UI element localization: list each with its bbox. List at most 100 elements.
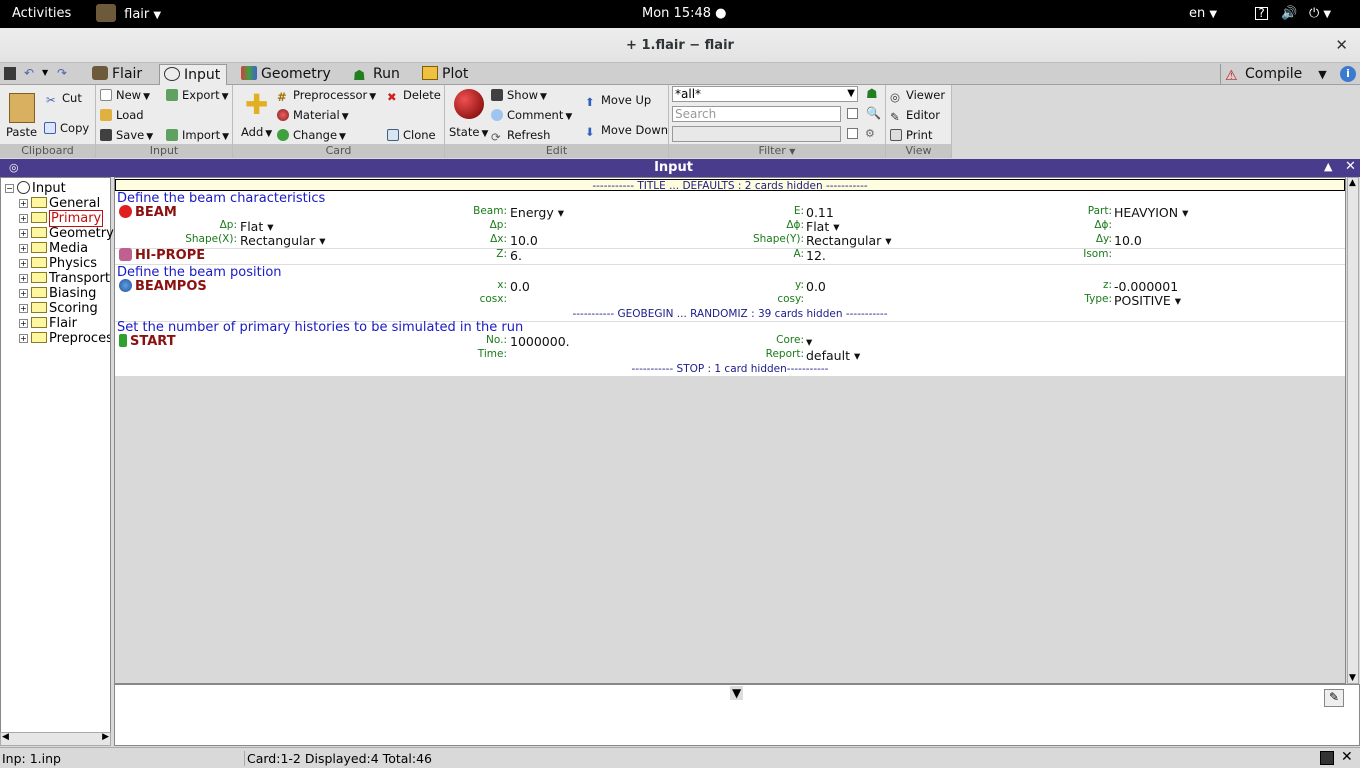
start-card-name[interactable]: START [119, 334, 176, 349]
refresh-button[interactable]: ⟳ Refresh [491, 128, 550, 144]
move-down-button[interactable]: ⬇ Move Down [585, 123, 668, 139]
change-button[interactable]: Change ▼ [277, 128, 346, 142]
hiprope-card-name[interactable]: HI-PROPE [119, 248, 205, 263]
expand-icon[interactable]: + [19, 334, 28, 343]
tree-horizontal-scrollbar[interactable]: ◀ ▶ [0, 732, 111, 746]
tools-icon[interactable]: ✕ [1341, 749, 1353, 765]
tree-item-preprocessor[interactable]: +Preprocessor [19, 331, 110, 346]
terminal-icon[interactable] [1320, 751, 1334, 765]
app-menu[interactable]: flair ▼ [96, 4, 161, 22]
a-value[interactable]: 12. [806, 248, 826, 263]
tab-plot[interactable]: Plot [418, 64, 474, 85]
tree-item-scoring[interactable]: + Scoring [19, 301, 98, 316]
edit-note-icon[interactable]: ✎ [1324, 689, 1344, 707]
filter-input[interactable] [672, 126, 841, 142]
close-window-icon[interactable]: ✕ [1335, 36, 1348, 54]
beam-card-name[interactable]: BEAM [119, 205, 177, 220]
tree-root-input[interactable]: − Input [5, 181, 66, 196]
splitter-toggle-icon[interactable]: ▼ [730, 686, 744, 700]
hidden-cards-geobegin-randomiz[interactable]: ----------- GEOBEGIN ... RANDOMIZ : 39 c… [115, 308, 1345, 320]
hidden-cards-stop[interactable]: ----------- STOP : 1 card hidden--------… [115, 363, 1345, 375]
scroll-right-icon[interactable]: ▶ [102, 732, 109, 742]
search-icon[interactable]: 🔍 [866, 106, 881, 120]
redo-icon[interactable]: ↷ [57, 66, 67, 80]
filter-checkbox[interactable] [847, 128, 858, 139]
z-value[interactable]: 6. [510, 248, 522, 263]
tab-geometry[interactable]: Geometry [237, 64, 337, 85]
delete-button[interactable]: ✖ Delete [387, 88, 441, 104]
tab-flair[interactable]: Flair [88, 64, 148, 85]
expand-icon[interactable]: + [19, 319, 28, 328]
expand-icon[interactable]: + [19, 259, 28, 268]
shape-x-select[interactable]: Rectangular ▾ [240, 233, 326, 248]
expand-icon[interactable]: + [19, 214, 28, 223]
info-icon[interactable]: i [1340, 66, 1356, 82]
clock[interactable]: Mon 15:48 ● [642, 6, 727, 21]
filter-select[interactable]: *all* ▼ [672, 86, 858, 102]
expand-icon[interactable]: + [19, 289, 28, 298]
tree-item-physics[interactable]: + Physics [19, 256, 97, 271]
energy-value[interactable]: 0.11 [806, 205, 834, 220]
cut-button[interactable]: ✂ Cut [46, 91, 82, 107]
tab-input[interactable]: Input [159, 64, 228, 85]
expand-icon[interactable]: + [19, 229, 28, 238]
beampos-comment[interactable]: Define the beam position [117, 265, 282, 280]
expand-icon[interactable]: + [19, 199, 28, 208]
beampos-card-name[interactable]: BEAMPOS [119, 279, 207, 294]
x-value[interactable]: 0.0 [510, 279, 530, 294]
copy-button[interactable]: Copy [44, 121, 89, 135]
show-button[interactable]: Show ▼ [491, 88, 547, 102]
preprocessor-button[interactable]: # Preprocessor ▼ [277, 88, 376, 104]
close-panel-icon[interactable]: ✕ [1345, 159, 1356, 174]
dy-value[interactable]: 10.0 [1114, 233, 1142, 248]
clone-button[interactable]: Clone [387, 128, 436, 142]
search-input[interactable]: Search [672, 106, 841, 122]
hidden-cards-title-defaults[interactable]: ----------- TITLE ... DEFAULTS : 2 cards… [115, 179, 1345, 192]
y-value[interactable]: 0.0 [806, 279, 826, 294]
add-button[interactable]: ✚ Add ▼ [241, 91, 272, 140]
filter-options-icon[interactable]: ⚙ [865, 127, 875, 140]
activities-button[interactable]: Activities [12, 6, 71, 21]
run-filter-icon[interactable]: ☗ [866, 87, 878, 102]
search-checkbox[interactable] [847, 108, 858, 119]
no-value[interactable]: 1000000. [510, 334, 570, 349]
viewer-button[interactable]: ◎ Viewer [890, 88, 945, 104]
undo-icon[interactable]: ↶ [24, 66, 34, 80]
scroll-down-icon[interactable]: ▼ [1349, 673, 1356, 683]
tree-item-primary[interactable]: + Primary [19, 210, 104, 227]
export-button[interactable]: Export ▼ [166, 88, 229, 102]
paste-button[interactable]: Paste [6, 93, 37, 139]
maximize-icon[interactable]: ▲ [1324, 160, 1332, 173]
volume-icon[interactable]: 🔊 [1281, 6, 1297, 21]
tree-item-general[interactable]: + General [19, 196, 100, 211]
save-button[interactable]: Save ▼ [100, 128, 153, 142]
undo-history-icon[interactable]: ▼ [42, 68, 48, 77]
power-icon[interactable]: ⏻ ▼ [1309, 6, 1331, 21]
card-notes-area[interactable]: ▼ ✎ [114, 684, 1360, 746]
report-select[interactable]: default ▾ [806, 348, 860, 363]
editor-vertical-scrollbar[interactable]: ▲ ▼ [1347, 177, 1359, 684]
collapse-icon[interactable]: − [5, 184, 14, 193]
compile-button[interactable]: ⚠ Compile ▼ [1220, 64, 1333, 85]
tree-item-media[interactable]: + Media [19, 241, 88, 256]
filter-group-label[interactable]: Filter ▼ [669, 144, 885, 158]
import-button[interactable]: Import ▼ [166, 128, 229, 142]
tree-item-biasing[interactable]: + Biasing [19, 286, 96, 301]
particle-select[interactable]: HEAVYION ▾ [1114, 205, 1188, 220]
dp-select[interactable]: Flat ▾ [240, 219, 273, 234]
scroll-left-icon[interactable]: ◀ [2, 732, 9, 742]
start-comment[interactable]: Set the number of primary histories to b… [117, 320, 523, 335]
load-button[interactable]: Load [100, 108, 144, 122]
comment-button[interactable]: Comment ▼ [491, 108, 572, 122]
state-button[interactable]: State ▼ [449, 89, 488, 139]
expand-icon[interactable]: + [19, 244, 28, 253]
tab-run[interactable]: ☗ Run [349, 64, 406, 85]
core-select[interactable]: ▾ [806, 334, 812, 349]
dx-value[interactable]: 10.0 [510, 233, 538, 248]
print-button[interactable]: Print [890, 128, 932, 142]
scroll-up-icon[interactable]: ▲ [1349, 178, 1356, 188]
type-select[interactable]: POSITIVE ▾ [1114, 293, 1181, 308]
new-button[interactable]: New ▼ [100, 88, 150, 102]
tree-item-transport[interactable]: + Transport [19, 271, 110, 286]
editor-button[interactable]: ✎ Editor [890, 108, 940, 124]
